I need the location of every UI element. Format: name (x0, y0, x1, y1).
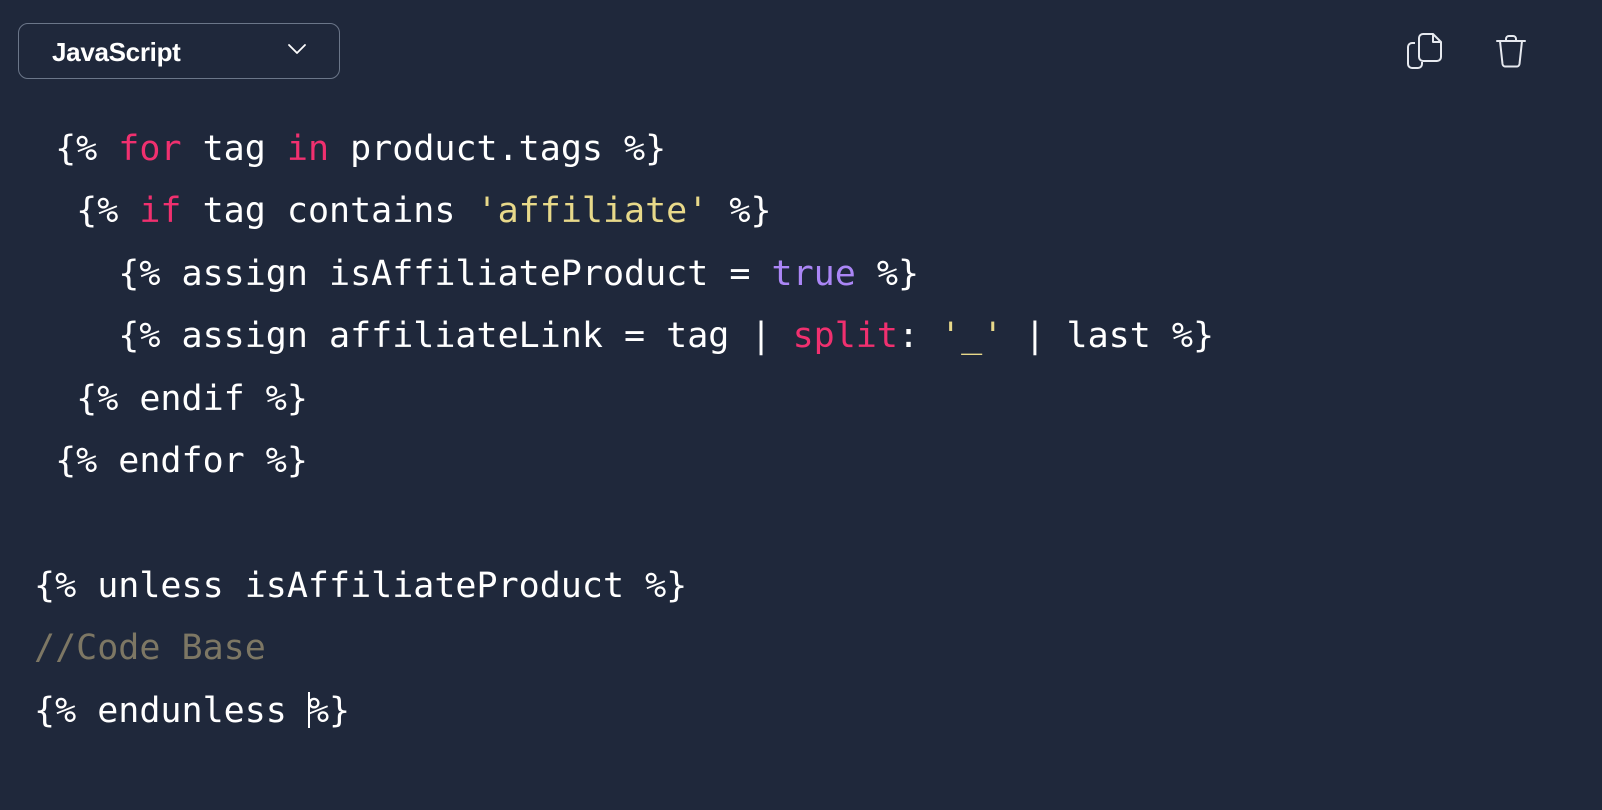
keyword-token: if (139, 191, 182, 232)
code-line: {% endif %} (34, 368, 1214, 430)
keyword-token: in (286, 129, 330, 169)
code-token: {% assign isAffiliateProduct = (34, 253, 772, 294)
string-token: '_' (940, 316, 1004, 357)
keyword-token: for (118, 129, 182, 169)
code-line: {% assign isAffiliateProduct = true %} (34, 243, 1214, 305)
code-token: %} (708, 191, 772, 232)
delete-button[interactable] (1494, 34, 1530, 70)
code-token: {% endif %} (34, 378, 308, 419)
code-editor[interactable]: {% for tag in product.tags %} {% if tag … (34, 118, 1214, 742)
code-token: {% assign affiliateLink = tag | (34, 316, 793, 357)
code-token: {% endunless (34, 690, 308, 731)
code-token: %} (307, 690, 351, 731)
code-token: {% (34, 191, 140, 232)
code-token: tag (181, 129, 287, 169)
code-line: {% endunless %} (34, 680, 1214, 742)
code-line: //Code Base (34, 617, 1214, 679)
language-dropdown-label: JavaScript (52, 37, 181, 67)
code-line: {% unless isAffiliateProduct %} (34, 555, 1214, 617)
code-token: tag contains (181, 191, 477, 232)
code-token: | last %} (1003, 316, 1215, 357)
code-line: {% endfor %} (34, 430, 1214, 492)
code-token: {% endfor %} (34, 440, 308, 481)
copy-button[interactable] (1404, 30, 1446, 72)
code-token: %} (855, 253, 920, 294)
code-token: {% (34, 129, 119, 169)
language-dropdown[interactable]: JavaScript (18, 23, 340, 79)
boolean-token: true (771, 253, 856, 294)
code-token: : (897, 316, 941, 357)
comment-token: //Code Base (34, 628, 266, 669)
string-token: 'affiliate' (476, 191, 709, 232)
trash-icon (1496, 35, 1526, 68)
chevron-down-icon (288, 44, 306, 54)
code-line: {% if tag contains 'affiliate' %} (34, 180, 1214, 242)
code-token: {% unless isAffiliateProduct %} (34, 565, 688, 606)
keyword-token: split (792, 316, 898, 357)
code-line: {% for tag in product.tags %} (34, 118, 1214, 180)
code-token: product.tags %} (329, 129, 667, 169)
copy-icon (1407, 33, 1442, 69)
code-line: {% assign affiliateLink = tag | split: '… (34, 305, 1214, 367)
